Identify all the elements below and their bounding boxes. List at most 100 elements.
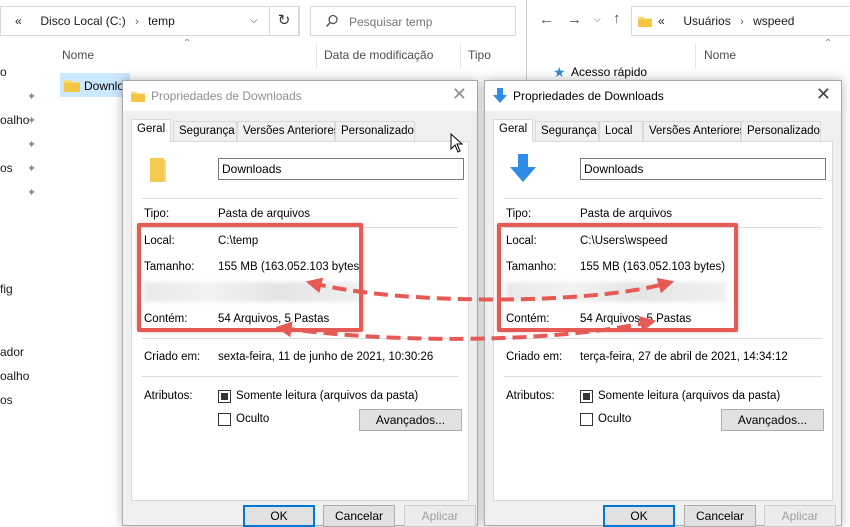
- label-atributos: Atributos:: [144, 390, 193, 402]
- ok-button[interactable]: OK: [243, 505, 315, 527]
- tab-geral[interactable]: Geral: [131, 119, 171, 142]
- apply-button[interactable]: Aplicar: [764, 505, 836, 527]
- hidden-label[interactable]: Oculto: [236, 413, 269, 425]
- value-criado: terça-feira, 27 de abril de 2021, 14:34:…: [580, 351, 788, 363]
- dialog-title: Propriedades de Downloads: [151, 89, 302, 103]
- nav-item-quick-access[interactable]: Acesso rápido: [571, 65, 647, 79]
- column-divider[interactable]: [460, 44, 461, 68]
- label-criado: Criado em:: [506, 351, 563, 363]
- tab-seguranca[interactable]: Segurança: [535, 121, 599, 141]
- column-header-type[interactable]: Tipo: [468, 48, 491, 62]
- cancel-button[interactable]: Cancelar: [684, 505, 756, 527]
- value-tipo: Pasta de arquivos: [580, 208, 673, 220]
- breadcrumb: « Usuários › wspeed: [658, 14, 794, 28]
- ok-button[interactable]: OK: [603, 505, 675, 527]
- back-arrow-icon[interactable]: ←: [539, 11, 554, 28]
- label-tipo: Tipo:: [506, 208, 532, 220]
- tab-versoes-anteriores[interactable]: Versões Anteriores: [237, 121, 340, 141]
- breadcrumb-overflow-icon[interactable]: «: [658, 14, 665, 28]
- hidden-checkbox[interactable]: [218, 413, 231, 426]
- address-bar[interactable]: « Disco Local (C:) › temp ⌵: [0, 6, 300, 36]
- nav-item[interactable]: os: [0, 393, 13, 407]
- pin-icon: ✦: [27, 187, 37, 199]
- divider: [504, 338, 822, 339]
- chevron-down-icon[interactable]: ⌵: [250, 15, 258, 26]
- folder-icon: [150, 158, 166, 182]
- nav-item[interactable]: o: [0, 65, 7, 79]
- search-input[interactable]: Pesquisar temp: [310, 6, 516, 36]
- divider: [504, 198, 822, 199]
- column-header-name[interactable]: Nome: [62, 48, 94, 62]
- tab-local[interactable]: Local: [599, 121, 643, 141]
- pin-icon: ✦: [27, 163, 37, 175]
- readonly-checkbox[interactable]: [218, 390, 231, 403]
- column-header-name[interactable]: Nome: [704, 48, 736, 62]
- chevron-right-icon: ›: [740, 16, 744, 28]
- nav-item[interactable]: oalho: [0, 369, 29, 383]
- dialog-title: Propriedades de Downloads: [513, 89, 664, 103]
- close-icon[interactable]: ✕: [816, 84, 831, 105]
- divider: [142, 338, 458, 339]
- pin-icon: ✦: [27, 139, 37, 151]
- breadcrumb-item-temp[interactable]: temp: [148, 14, 175, 28]
- nav-item[interactable]: oalho: [0, 113, 29, 127]
- breadcrumb-item-disco-local[interactable]: Disco Local (C:): [40, 14, 125, 28]
- label-atributos: Atributos:: [506, 390, 555, 402]
- breadcrumb-item-usuarios[interactable]: Usuários: [683, 14, 730, 28]
- tab-seguranca[interactable]: Segurança: [173, 121, 237, 141]
- sort-ascending-icon: ⌃: [183, 38, 192, 49]
- tab-versoes-anteriores[interactable]: Versões Anteriores: [643, 121, 746, 141]
- refresh-icon[interactable]: ↻: [269, 6, 299, 36]
- up-arrow-icon[interactable]: ↑: [613, 10, 621, 27]
- nav-item[interactable]: ador: [0, 345, 24, 359]
- mouse-cursor-icon: [450, 133, 464, 153]
- advanced-button[interactable]: Avançados...: [359, 409, 462, 431]
- pin-icon: ✦: [27, 115, 37, 127]
- star-icon: ★: [553, 64, 566, 80]
- divider: [504, 376, 822, 377]
- tab-geral[interactable]: Geral: [493, 119, 533, 142]
- hidden-label[interactable]: Oculto: [598, 413, 631, 425]
- value-tipo: Pasta de arquivos: [218, 208, 311, 220]
- hidden-checkbox[interactable]: [580, 413, 593, 426]
- folder-icon: [131, 91, 145, 102]
- readonly-label[interactable]: Somente leitura (arquivos da pasta): [236, 390, 418, 402]
- close-icon[interactable]: ✕: [452, 84, 467, 105]
- label-criado: Criado em:: [144, 351, 201, 363]
- search-placeholder: Pesquisar temp: [349, 15, 433, 29]
- column-divider[interactable]: [316, 44, 317, 68]
- label-tipo: Tipo:: [144, 208, 170, 220]
- highlight-box-left: [137, 223, 363, 332]
- title-bar[interactable]: Propriedades de Downloads ✕: [485, 81, 841, 111]
- recent-locations-chevron-icon[interactable]: ⌵: [594, 14, 601, 25]
- breadcrumb: « Disco Local (C:) › temp: [15, 14, 175, 28]
- forward-arrow-icon[interactable]: →: [567, 11, 582, 28]
- divider: [142, 198, 458, 199]
- divider: [142, 376, 458, 377]
- folder-icon: [64, 80, 80, 92]
- tab-personalizado[interactable]: Personalizado: [741, 121, 821, 141]
- download-arrow-icon: [493, 88, 507, 103]
- tab-personalizado[interactable]: Personalizado: [335, 121, 415, 141]
- folder-icon: [638, 16, 652, 27]
- value-criado: sexta-feira, 11 de junho de 2021, 10:30:…: [218, 351, 434, 363]
- column-divider[interactable]: [695, 44, 696, 68]
- title-bar[interactable]: Propriedades de Downloads ✕: [123, 81, 477, 111]
- column-header-date[interactable]: Data de modificação: [324, 48, 433, 62]
- nav-item[interactable]: fig: [0, 282, 13, 296]
- nav-item[interactable]: os: [0, 161, 13, 175]
- folder-name-input[interactable]: Downloads: [218, 158, 464, 180]
- breadcrumb-item-wspeed[interactable]: wspeed: [753, 14, 794, 28]
- readonly-label[interactable]: Somente leitura (arquivos da pasta): [598, 390, 780, 402]
- search-icon: [325, 14, 338, 28]
- folder-name-input[interactable]: Downloads: [580, 158, 826, 180]
- readonly-checkbox[interactable]: [580, 390, 593, 403]
- highlight-box-right: [497, 223, 738, 332]
- advanced-button[interactable]: Avançados...: [721, 409, 824, 431]
- apply-button[interactable]: Aplicar: [404, 505, 476, 527]
- cancel-button[interactable]: Cancelar: [323, 505, 395, 527]
- pin-icon: ✦: [27, 91, 37, 103]
- address-bar[interactable]: « Usuários › wspeed: [631, 6, 850, 36]
- chevron-right-icon: ›: [135, 16, 139, 28]
- breadcrumb-overflow-icon[interactable]: «: [15, 14, 22, 28]
